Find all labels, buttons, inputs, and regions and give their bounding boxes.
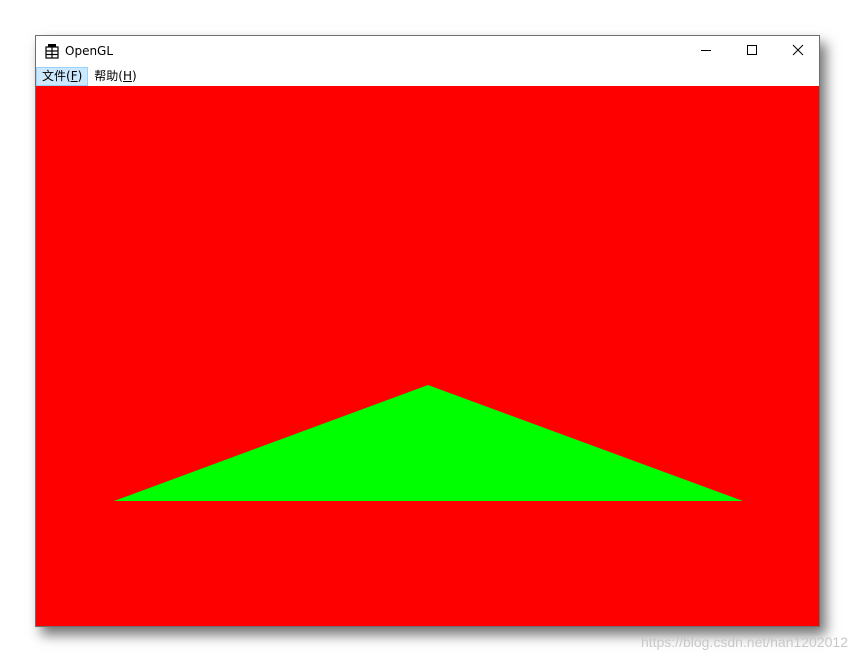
title-bar[interactable]: OpenGL (36, 36, 819, 66)
menu-file-suffix: ) (77, 68, 83, 83)
menu-file-label: 文件( (42, 68, 71, 83)
render-surface (114, 385, 743, 501)
maximize-button[interactable] (729, 36, 775, 65)
menu-help[interactable]: 帮助(H) (88, 67, 142, 86)
opengl-canvas[interactable] (36, 86, 819, 626)
menu-file-mnemonic: F (70, 68, 78, 83)
desktop: OpenGL 文件(F) 帮助(H) https://blog.csdn.net… (0, 0, 856, 663)
minimize-icon (700, 41, 712, 60)
menu-help-label: 帮助( (94, 68, 123, 83)
menu-help-mnemonic: H (122, 68, 132, 83)
opengl-window: OpenGL 文件(F) 帮助(H) (35, 35, 820, 627)
green-triangle (114, 385, 743, 501)
window-title: OpenGL (65, 44, 114, 58)
close-icon (792, 41, 804, 60)
menu-file[interactable]: 文件(F) (36, 66, 89, 86)
minimize-button[interactable] (683, 36, 729, 65)
maximize-icon (746, 41, 758, 60)
app-window-icon (45, 43, 59, 59)
menu-bar: 文件(F) 帮助(H) (36, 66, 819, 86)
menu-help-suffix: ) (132, 68, 137, 83)
close-button[interactable] (775, 36, 819, 65)
watermark-text: https://blog.csdn.net/han1202012 (640, 634, 848, 650)
